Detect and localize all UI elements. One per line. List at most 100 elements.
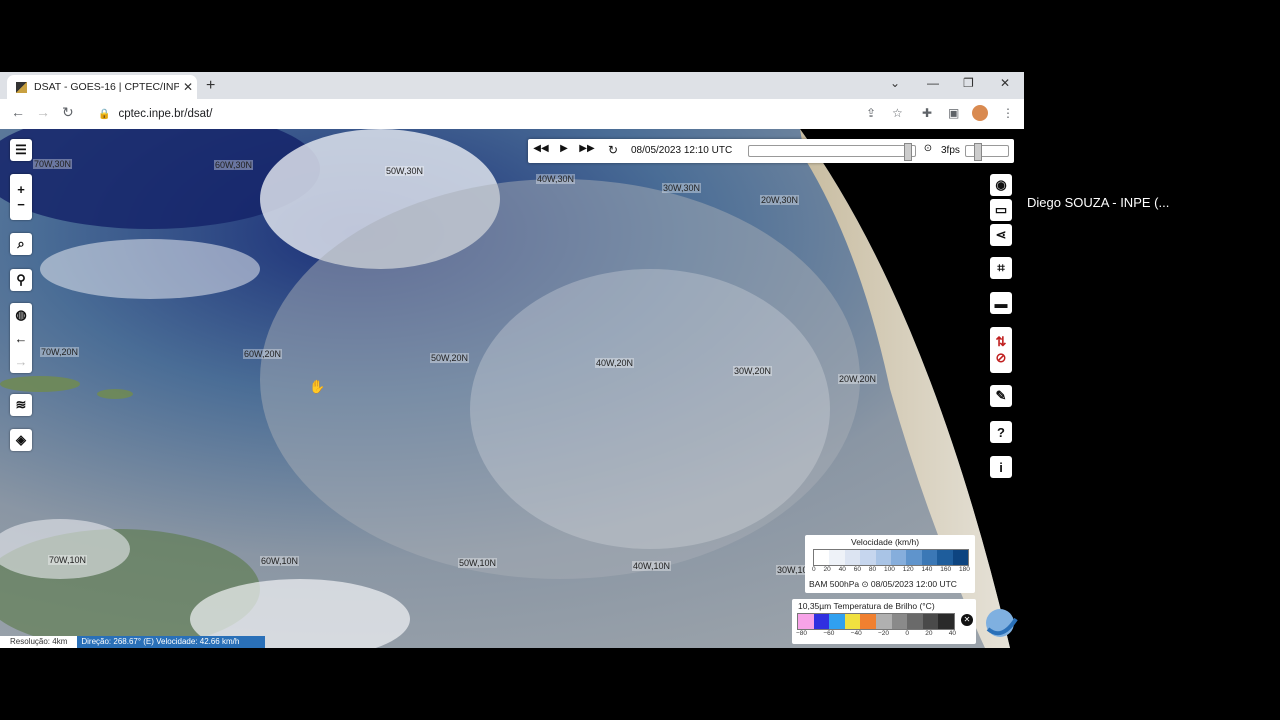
color-swatch bbox=[875, 614, 892, 629]
rewind-button[interactable]: ◀◀ bbox=[531, 143, 551, 159]
tab-close-icon[interactable]: ✕ bbox=[179, 80, 197, 94]
wind-color-ramp bbox=[813, 549, 969, 566]
grid-label: 70W,10N bbox=[48, 555, 88, 565]
menu-kebab-icon[interactable]: ⋮ bbox=[1002, 106, 1014, 120]
timeline-slider[interactable] bbox=[748, 143, 916, 161]
fps-slider[interactable] bbox=[965, 143, 1009, 161]
temperature-color-ramp bbox=[797, 613, 955, 630]
legend-tick-label: 20 bbox=[925, 630, 933, 637]
folder-icon[interactable]: ▬ bbox=[990, 292, 1012, 314]
new-tab-button[interactable]: + bbox=[206, 77, 215, 95]
grid-label: 70W,30N bbox=[33, 159, 73, 169]
site-favicon-icon bbox=[16, 81, 27, 93]
bookmark-star-icon[interactable]: ☆ bbox=[892, 106, 903, 120]
search-icon[interactable]: ⌕ bbox=[10, 233, 32, 255]
temperature-legend-title: 10,35µm Temperatura de Brilho (°C) bbox=[798, 601, 935, 611]
animation-player: ◀◀ ▶ ▶▶ ↻ 08/05/2023 12:10 UTC ⊙ 3fps bbox=[528, 139, 1014, 163]
grid-label: 20W,20N bbox=[838, 374, 878, 384]
minimize-button[interactable]: — bbox=[927, 76, 939, 90]
zoom-control: + − bbox=[10, 174, 32, 220]
temperature-ticks: −80 −60 −40 −20 0 20 40 bbox=[796, 630, 956, 637]
browser-tab[interactable]: DSAT - GOES-16 | CPTEC/INPE ✕ bbox=[7, 75, 197, 99]
location-pin-icon[interactable]: ⚲ bbox=[10, 269, 32, 291]
tab-strip: DSAT - GOES-16 | CPTEC/INPE ✕ + ⌄ — ❐ ✕ bbox=[0, 72, 1024, 99]
fps-value: 3fps bbox=[941, 145, 960, 156]
color-swatch bbox=[814, 550, 830, 565]
zoom-in-button[interactable]: + bbox=[17, 182, 25, 197]
grid-label: 50W,10N bbox=[458, 558, 498, 568]
camera-icon[interactable]: ◉ bbox=[990, 174, 1012, 196]
next-view-arrow-icon[interactable]: → bbox=[15, 354, 28, 369]
legend-tick-label: −60 bbox=[823, 630, 835, 637]
share-icon[interactable]: ⇪ bbox=[866, 106, 876, 120]
satellite-map[interactable]: 70W,30N 60W,30N 50W,30N 40W,30N 30W,30N … bbox=[0, 129, 1024, 648]
grid-label: 20W,30N bbox=[760, 195, 800, 205]
overlay-tools: ⇅ ⊘ bbox=[990, 327, 1012, 373]
extensions-puzzle-icon[interactable]: ✚ bbox=[922, 106, 932, 120]
side-panel-icon[interactable]: ▣ bbox=[948, 106, 959, 120]
wind-readout: Direção: 268.67° (E) Velocidade: 42.66 k… bbox=[77, 636, 266, 648]
address-bar[interactable]: 🔒 cptec.inpe.br/dsat/ ⇪ ☆ ✚ ▣ ⋮ bbox=[88, 102, 1018, 126]
hand-cursor-icon: ✋ bbox=[309, 379, 326, 394]
reload-icon[interactable]: ↻ bbox=[62, 104, 74, 121]
color-swatch bbox=[937, 550, 953, 565]
fast-forward-button[interactable]: ▶▶ bbox=[577, 143, 597, 159]
grid-label: 40W,20N bbox=[595, 358, 635, 368]
legend-tick-label: 160 bbox=[940, 566, 952, 573]
temperature-legend: 10,35µm Temperatura de Brilho (°C) −80 −6… bbox=[792, 599, 976, 644]
legend-tick-label: −40 bbox=[850, 630, 862, 637]
color-swatch bbox=[952, 550, 969, 565]
presenter-name: Diego SOUZA - INPE (... bbox=[1027, 195, 1170, 210]
back-arrow-icon[interactable]: ← bbox=[11, 104, 25, 120]
legend-tick-label: 20 bbox=[823, 566, 831, 573]
legend-tick-label: 40 bbox=[948, 630, 956, 637]
grid-label: 70W,20N bbox=[40, 347, 80, 357]
play-button[interactable]: ▶ bbox=[554, 143, 574, 159]
grid-label: 60W,30N bbox=[214, 160, 254, 170]
previous-view-arrow-icon[interactable]: ← bbox=[15, 331, 28, 346]
wind-legend-caption: BAM 500hPa ⊙ 08/05/2023 12:00 UTC bbox=[809, 579, 957, 589]
legend-tick-label: −80 bbox=[796, 630, 808, 637]
resolution-text: Resolução: 4km bbox=[0, 636, 78, 648]
profile-avatar[interactable] bbox=[972, 105, 988, 121]
frame-datetime: 08/05/2023 12:10 UTC bbox=[631, 145, 733, 156]
legend-tick-label: 80 bbox=[868, 566, 877, 573]
crop-icon[interactable]: ⌗ bbox=[990, 257, 1012, 279]
globe-icon[interactable]: ◍ bbox=[15, 307, 26, 323]
pencil-icon[interactable]: ✎ bbox=[990, 385, 1012, 407]
inpe-logo-icon bbox=[986, 609, 1018, 637]
color-swatch bbox=[921, 550, 938, 565]
forward-arrow-icon[interactable]: → bbox=[36, 104, 50, 120]
share-nodes-icon[interactable]: ⋖ bbox=[990, 224, 1012, 246]
compare-icon[interactable]: ⇅ bbox=[996, 334, 1007, 350]
grid-label: 40W,10N bbox=[632, 561, 672, 571]
timeline-handle[interactable] bbox=[904, 143, 913, 161]
color-swatch bbox=[844, 614, 861, 629]
tab-search-chevron-icon[interactable]: ⌄ bbox=[890, 76, 900, 90]
info-icon[interactable]: i bbox=[990, 456, 1012, 478]
legend-tick-label: 140 bbox=[921, 566, 933, 573]
legend-close-button[interactable]: ✕ bbox=[961, 614, 973, 626]
color-swatch bbox=[860, 614, 876, 629]
help-icon[interactable]: ? bbox=[990, 421, 1012, 443]
grid-label: 50W,20N bbox=[430, 353, 470, 363]
menu-hamburger-icon[interactable]: ☰ bbox=[10, 139, 32, 161]
speed-clock-icon: ⊙ bbox=[923, 143, 933, 154]
fps-handle[interactable] bbox=[974, 143, 982, 161]
color-swatch bbox=[829, 550, 845, 565]
close-window-button[interactable]: ✕ bbox=[1000, 76, 1010, 90]
wind-icon[interactable]: ≋ bbox=[10, 394, 32, 416]
legend-tick-label: 180 bbox=[959, 566, 970, 573]
color-swatch bbox=[891, 614, 908, 629]
maximize-button[interactable]: ❐ bbox=[963, 76, 974, 90]
legend-tick-label: 100 bbox=[884, 566, 895, 573]
color-swatch bbox=[860, 550, 876, 565]
refresh-icon[interactable]: ↻ bbox=[603, 143, 623, 159]
legend-tick-label: 40 bbox=[838, 566, 846, 573]
zoom-out-button[interactable]: − bbox=[17, 197, 25, 212]
layers-icon[interactable]: ◈ bbox=[10, 429, 32, 451]
disable-icon[interactable]: ⊘ bbox=[996, 350, 1007, 366]
color-swatch bbox=[922, 614, 939, 629]
status-bar: Resolução: 4km Direção: 268.67° (E) Velo… bbox=[0, 636, 266, 648]
video-camera-icon[interactable]: ▭ bbox=[990, 199, 1012, 221]
